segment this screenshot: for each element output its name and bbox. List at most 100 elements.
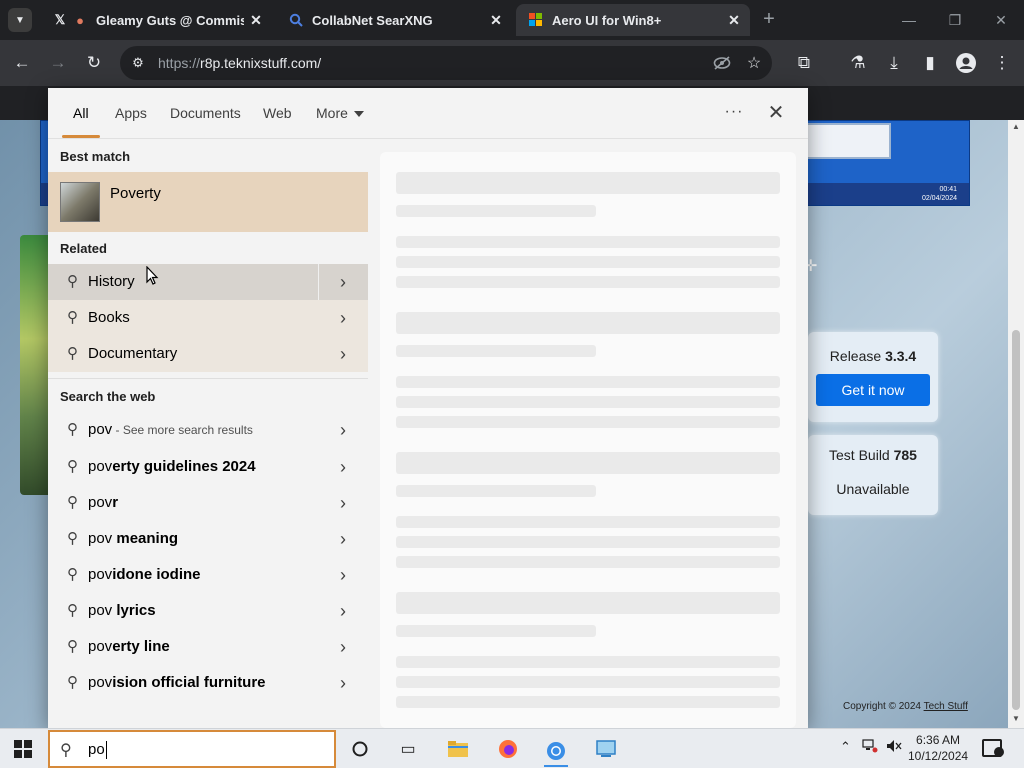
results-list: Best match Poverty Related ⚲ History › ⚲…	[48, 140, 368, 728]
web-suggestion[interactable]: ⚲ povision official furniture ›	[48, 665, 368, 701]
windows-taskbar: ⚲ po ▭ ⌃ 6:36 AM 10/12/2024	[0, 728, 1024, 768]
search-icon: ⚲	[67, 345, 78, 362]
skeleton-line	[396, 172, 780, 194]
tab-all[interactable]: All	[73, 105, 89, 121]
close-icon[interactable]: ✕	[764, 100, 788, 124]
back-button[interactable]: ←	[8, 49, 36, 77]
profile-avatar-icon[interactable]	[952, 49, 980, 77]
chevron-right-icon[interactable]: ›	[331, 491, 355, 515]
eye-off-icon[interactable]	[708, 49, 736, 77]
chevron-down-icon	[353, 111, 364, 118]
related-item-books[interactable]: ⚲ Books ›	[48, 300, 368, 336]
tab-aero-ui[interactable]: Aero UI for Win8+ ✕	[516, 4, 750, 36]
cortana-circle-icon[interactable]	[348, 737, 372, 761]
new-tab-button[interactable]: +	[758, 8, 780, 30]
task-view-icon[interactable]: ▭	[396, 737, 420, 761]
scrollbar-thumb[interactable]	[1012, 330, 1020, 710]
chevron-right-icon[interactable]: ›	[331, 599, 355, 623]
scroll-down-icon[interactable]: ▼	[1008, 714, 1024, 726]
chevron-right-icon[interactable]: ›	[331, 342, 355, 366]
windows-logo-icon	[528, 12, 544, 28]
related-item-documentary[interactable]: ⚲ Documentary ›	[48, 336, 368, 372]
web-suggestion[interactable]: ⚲ poverty line ›	[48, 629, 368, 665]
related-heading: Related	[60, 241, 107, 256]
chrome-icon[interactable]	[544, 737, 568, 767]
tech-stuff-link[interactable]: Tech Stuff	[924, 701, 968, 712]
tab-more[interactable]: More	[316, 105, 364, 121]
chevron-right-icon[interactable]: ›	[331, 527, 355, 551]
chevron-right-icon[interactable]: ›	[331, 635, 355, 659]
restore-button[interactable]: ❐	[932, 4, 978, 36]
network-icon[interactable]	[862, 739, 878, 756]
web-suggestion[interactable]: ⚲ pov meaning ›	[48, 521, 368, 557]
avatar-icon: ●	[76, 12, 84, 28]
taskbar-search-input[interactable]: ⚲ po	[48, 730, 336, 768]
skeleton-line	[396, 452, 780, 474]
chevron-right-icon[interactable]: ›	[331, 418, 355, 442]
test-build-card: Test Build 785 Unavailable	[808, 435, 938, 515]
tab-title: CollabNet SearXNG	[312, 12, 433, 28]
close-tab-icon[interactable]: ✕	[244, 8, 268, 32]
windows-start-icon[interactable]	[14, 740, 32, 758]
download-icon[interactable]: ⤓	[880, 49, 908, 77]
reload-button[interactable]: ↻	[80, 49, 108, 77]
skeleton-line	[396, 696, 780, 708]
chevron-right-icon[interactable]: ›	[331, 563, 355, 587]
scroll-up-icon[interactable]: ▲	[1008, 122, 1024, 134]
screenshot-window	[803, 123, 891, 159]
menu-kebab-icon[interactable]: ⋮	[988, 49, 1016, 77]
poverty-thumbnail	[60, 182, 100, 222]
minimize-button[interactable]: —	[886, 4, 932, 36]
close-tab-icon[interactable]: ✕	[484, 8, 508, 32]
show-hidden-icons-chevron-icon[interactable]: ⌃	[840, 739, 851, 755]
file-explorer-icon[interactable]	[446, 737, 470, 761]
close-tab-icon[interactable]: ✕	[722, 8, 746, 32]
web-suggestion[interactable]: ⚲ povr ›	[48, 485, 368, 521]
best-match-item[interactable]: Poverty	[48, 172, 368, 232]
tab-documents[interactable]: Documents	[170, 105, 241, 121]
taskbar-clock[interactable]: 6:36 AM 10/12/2024	[908, 732, 968, 764]
side-panel-icon[interactable]: ▮	[916, 49, 944, 77]
close-window-button[interactable]: ✕	[978, 4, 1024, 36]
site-settings-icon[interactable]: ⚙	[128, 53, 148, 73]
address-bar[interactable]: ⚙ https://r8p.teknixstuff.com/ ☆	[120, 46, 772, 80]
chevron-right-icon[interactable]: ›	[331, 455, 355, 479]
chevron-right-icon[interactable]: ›	[331, 270, 355, 294]
search-icon: ⚲	[67, 421, 78, 438]
firefox-icon[interactable]	[496, 737, 520, 761]
skeleton-line	[396, 516, 780, 528]
remote-desktop-icon[interactable]	[594, 737, 618, 761]
tab-searxng[interactable]: CollabNet SearXNG ✕	[276, 4, 512, 36]
tab-search-menu-button[interactable]: ▼	[8, 8, 32, 32]
related-item-history[interactable]: ⚲ History ›	[48, 264, 368, 300]
skeleton-line	[396, 656, 780, 668]
tab-apps[interactable]: Apps	[115, 105, 147, 121]
release-card: Release 3.3.4 Get it now	[808, 332, 938, 422]
volume-muted-icon[interactable]	[886, 739, 902, 756]
url-text[interactable]: https://r8p.teknixstuff.com/	[158, 55, 708, 71]
web-suggestion-pov[interactable]: ⚲ pov - See more search results ›	[48, 412, 368, 448]
tab-gleamy-guts[interactable]: 𝕏 ● Gleamy Guts @ Commission ✕	[40, 4, 272, 36]
skeleton-line	[396, 485, 596, 497]
search-filter-bar: All Apps Documents Web More ··· ✕	[48, 88, 808, 139]
web-suggestion[interactable]: ⚲ pov lyrics ›	[48, 593, 368, 629]
star-icon[interactable]: ☆	[740, 49, 768, 77]
extensions-icon[interactable]: ⧉	[790, 49, 818, 77]
web-suggestion[interactable]: ⚲ poverty guidelines 2024 ›	[48, 449, 368, 485]
tab-web[interactable]: Web	[263, 105, 292, 121]
action-center-icon[interactable]	[982, 739, 1004, 757]
chevron-right-icon[interactable]: ›	[331, 671, 355, 695]
page-scrollbar[interactable]: ▲ ▼	[1008, 120, 1024, 728]
row-divider	[318, 264, 319, 300]
get-it-now-button[interactable]: Get it now	[816, 374, 930, 406]
forward-button[interactable]: →	[44, 49, 72, 77]
chevron-right-icon[interactable]: ›	[331, 306, 355, 330]
browser-toolbar: ← → ↻ ⚙ https://r8p.teknixstuff.com/ ☆ ⧉…	[0, 40, 1024, 86]
text-caret	[105, 741, 107, 760]
best-match-label: Poverty	[110, 185, 161, 202]
search-icon: ⚲	[67, 674, 78, 691]
more-options-icon[interactable]: ···	[722, 100, 746, 124]
test-build-text: Test Build 785	[829, 447, 917, 463]
web-suggestion[interactable]: ⚲ povidone iodine ›	[48, 557, 368, 593]
labs-flask-icon[interactable]: ⚗	[844, 49, 872, 77]
